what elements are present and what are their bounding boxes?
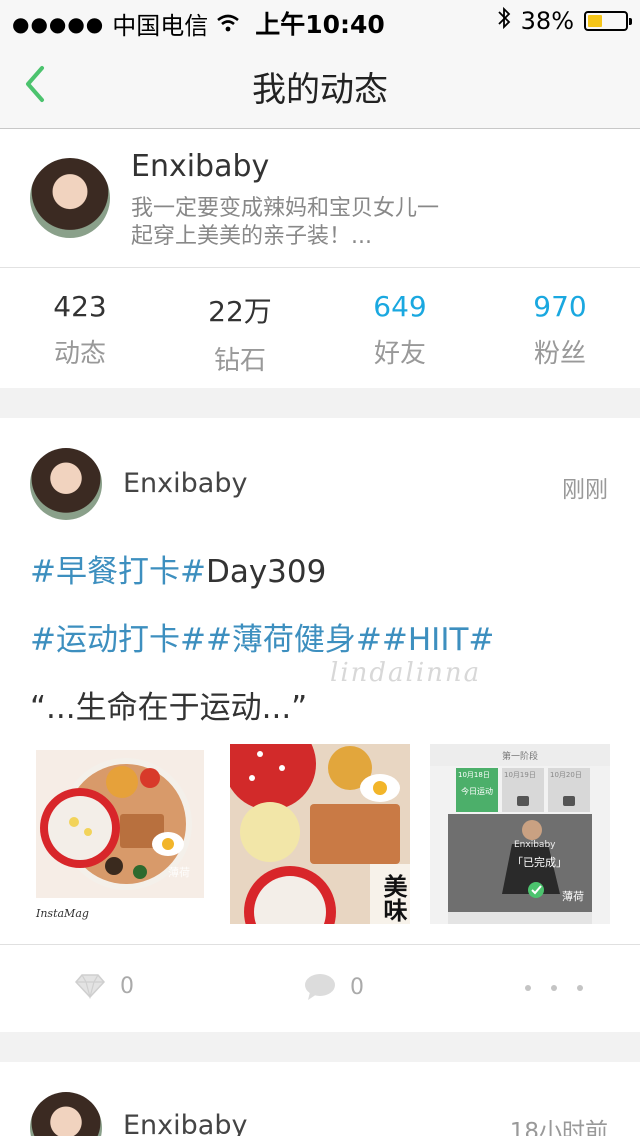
image-caption: 美味 <box>379 874 408 922</box>
stat-label: 好友 <box>373 339 426 369</box>
post-card: Enxibaby 18小时前 <box>0 1062 640 1136</box>
stage-header: 第一阶段 <box>501 752 538 762</box>
post-card: Enxibaby 刚刚 #早餐打卡#Day309 #运动打卡##薄荷健身##HI… <box>0 418 640 1032</box>
workout-user: Enxibaby <box>514 840 556 850</box>
post-text: Day309 <box>205 554 327 590</box>
battery-level-fill <box>588 15 602 27</box>
more-dots-icon <box>551 985 557 991</box>
stat-label: 动态 <box>53 339 106 369</box>
stat-friends[interactable]: 649 好友 <box>320 268 480 388</box>
stat-value: 423 <box>53 290 107 323</box>
diamond-button[interactable]: 0 <box>74 973 134 999</box>
bluetooth-icon <box>497 6 511 36</box>
profile-bio: 我一定要变成辣妈和宝贝女儿一起穿上美美的亲子装！... <box>131 196 440 249</box>
post-image[interactable]: 第一阶段 10月18日 10月19日 10月20日 今日运动 Enxibaby … <box>430 744 610 924</box>
brand-label: 薄荷 <box>562 890 584 903</box>
comment-icon <box>305 974 335 1000</box>
today-label: 今日运动 <box>461 787 493 796</box>
completed-label: 「已完成」 <box>512 856 567 869</box>
hashtag-link[interactable]: #运动打卡##薄荷健身##HIIT# <box>30 622 494 658</box>
stat-diamonds[interactable]: 22万 钻石 <box>160 268 320 388</box>
post-image[interactable]: InstaMag 薄荷 <box>30 744 210 924</box>
post-username[interactable]: Enxibaby <box>123 1110 247 1136</box>
post-actions: 0 0 <box>0 944 640 1033</box>
post-text-line: #运动打卡##薄荷健身##HIIT# <box>30 614 494 659</box>
stat-value: 22万 <box>208 295 272 328</box>
diamond-icon <box>74 974 106 999</box>
avatar[interactable] <box>30 158 110 238</box>
profile-card: Enxibaby 我一定要变成辣妈和宝贝女儿一起穿上美美的亲子装！... 423… <box>0 129 640 388</box>
more-dots-icon <box>577 985 583 991</box>
stat-followers[interactable]: 970 粉丝 <box>480 268 640 388</box>
battery-icon <box>584 11 632 31</box>
stat-posts[interactable]: 423 动态 <box>0 268 160 388</box>
post-username[interactable]: Enxibaby <box>123 468 247 499</box>
post-image[interactable]: 美味 <box>230 744 410 924</box>
stat-value: 649 <box>373 290 427 323</box>
profile-stats: 423 动态 22万 钻石 649 好友 970 粉丝 <box>0 268 640 388</box>
page-title: 我的动态 <box>252 70 388 110</box>
watermark: lindalinna <box>330 658 482 688</box>
profile-name: Enxibaby <box>131 149 270 184</box>
day-label: 10月20日 <box>550 771 582 779</box>
post-timestamp: 刚刚 <box>562 477 608 503</box>
avatar[interactable] <box>30 448 102 520</box>
brand-label: 薄荷 <box>168 866 190 879</box>
post-timestamp: 18小时前 <box>509 1119 608 1136</box>
post-text-line: #早餐打卡#Day309 <box>30 546 326 591</box>
more-dots-icon <box>525 985 531 991</box>
stat-value: 970 <box>533 290 587 323</box>
status-bar: ●●●●● 中国电信 上午10:40 38% <box>0 0 640 40</box>
comment-count: 0 <box>350 974 364 1000</box>
day-label: 10月19日 <box>504 771 536 779</box>
avatar[interactable] <box>30 1092 102 1136</box>
stat-label: 粉丝 <box>533 339 586 369</box>
breakfast-photo <box>30 744 210 924</box>
profile-header[interactable]: Enxibaby 我一定要变成辣妈和宝贝女儿一起穿上美美的亲子装！... <box>0 129 640 268</box>
battery-percent: 38% <box>520 7 574 35</box>
more-button[interactable] <box>522 985 586 991</box>
navigation-bar: 我的动态 <box>0 40 640 129</box>
comment-button[interactable]: 0 <box>304 973 364 1001</box>
instamag-label: InstaMag <box>36 907 89 920</box>
diamond-count: 0 <box>120 973 134 999</box>
stat-label: 钻石 <box>213 346 266 376</box>
post-quote: “...生命在于运动...” <box>30 690 308 726</box>
hashtag-link[interactable]: #早餐打卡# <box>30 554 206 590</box>
day-label: 10月18日 <box>458 771 490 779</box>
